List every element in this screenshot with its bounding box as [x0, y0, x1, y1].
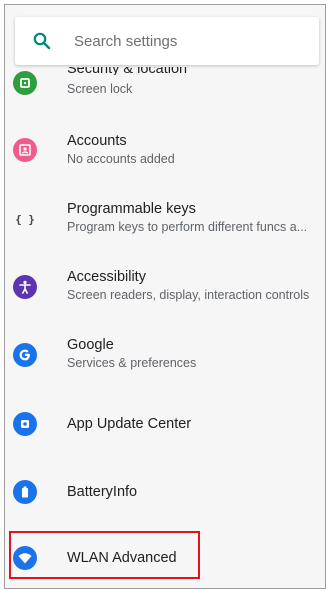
settings-item-title: Security & location	[67, 67, 188, 75]
lock-icon	[13, 71, 37, 95]
search-bar[interactable]: Search settings	[15, 17, 319, 65]
settings-item-subtitle: Screen readers, display, interaction con…	[67, 288, 310, 302]
settings-item-subtitle: No accounts added	[67, 152, 175, 166]
accessibility-icon	[13, 275, 37, 299]
settings-item-subtitle: Program keys to perform different funcs …	[67, 220, 308, 234]
settings-item-title: Accounts	[67, 133, 127, 149]
settings-item-app-update-center[interactable]: App Update Center	[5, 395, 325, 463]
search-icon	[32, 31, 52, 51]
account-icon	[13, 138, 37, 162]
settings-item-title: BatteryInfo	[67, 484, 138, 500]
settings-item-subtitle: Screen lock	[67, 82, 133, 96]
google-icon	[13, 343, 37, 367]
settings-item-programmable-keys[interactable]: { } Programmable keys Program keys to pe…	[5, 191, 325, 259]
settings-item-title: Google	[67, 337, 114, 353]
braces-icon: { }	[15, 212, 35, 226]
settings-item-title: Accessibility	[67, 269, 146, 285]
settings-item-title: Programmable keys	[67, 201, 196, 217]
battery-icon	[13, 480, 37, 504]
highlight-box	[9, 531, 200, 579]
settings-item-subtitle: Services & preferences	[67, 356, 197, 370]
settings-item-security[interactable]: Security & location Screen lock	[5, 67, 325, 107]
gear-icon	[13, 412, 37, 436]
settings-item-title: App Update Center	[67, 416, 192, 432]
settings-item-accounts[interactable]: Accounts No accounts added	[5, 123, 325, 191]
search-input[interactable]: Search settings	[74, 33, 177, 50]
settings-item-google[interactable]: Google Services & preferences	[5, 327, 325, 395]
settings-item-accessibility[interactable]: Accessibility Screen readers, display, i…	[5, 259, 325, 327]
settings-item-battery-info[interactable]: BatteryInfo	[5, 463, 325, 531]
settings-screen: Search settings Security & location Scre…	[4, 4, 326, 589]
